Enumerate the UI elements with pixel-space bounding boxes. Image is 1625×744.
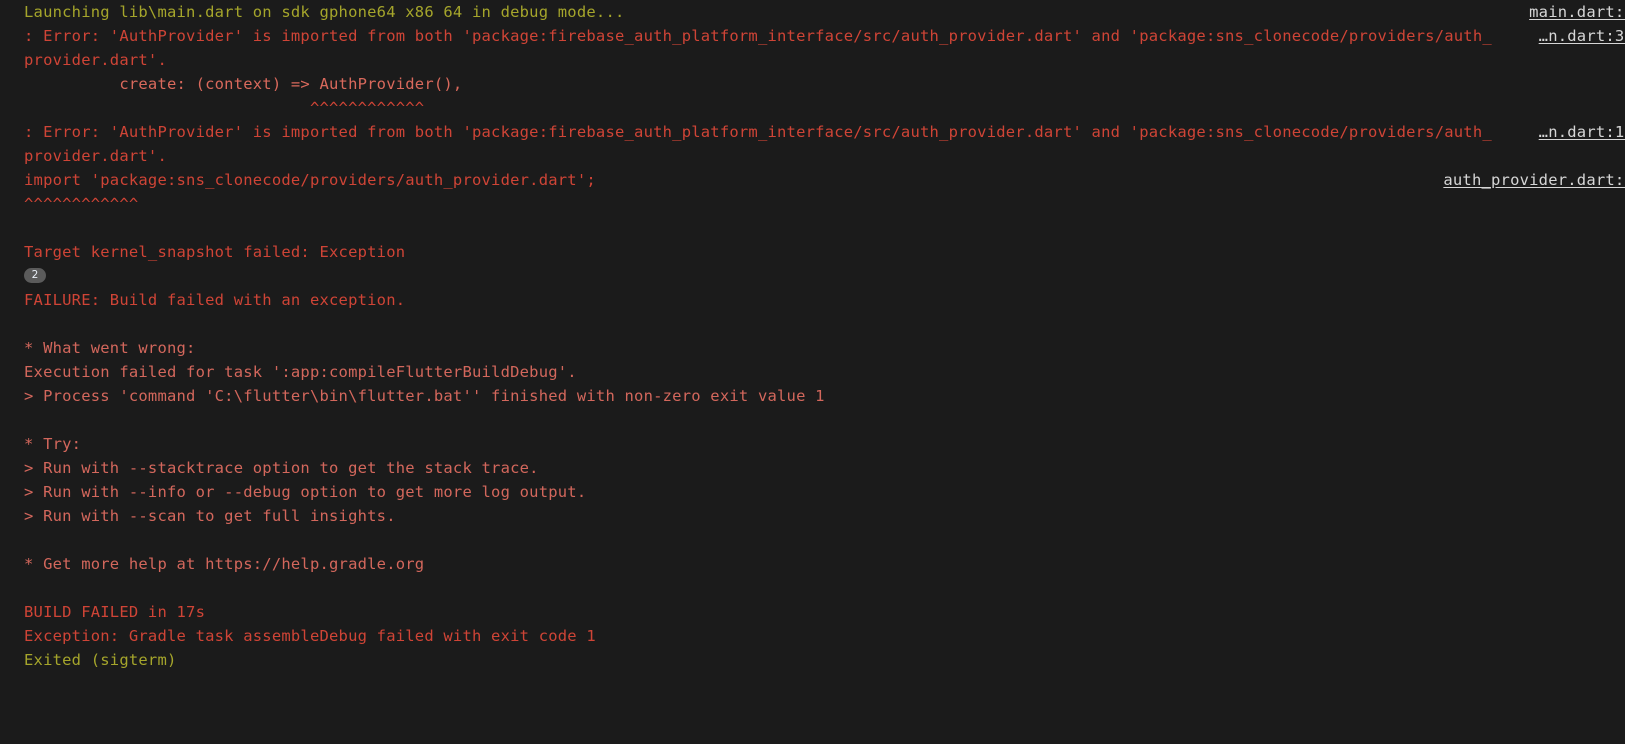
console-line-text: FAILURE: Build failed with an exception. xyxy=(24,291,406,309)
source-file-link[interactable]: auth_provider.dart:1 xyxy=(1443,168,1625,192)
console-line: * Try: xyxy=(0,432,1625,456)
console-line-text: Exception: Gradle task assembleDebug fai… xyxy=(24,627,596,645)
console-line: Launching lib\main.dart on sdk gphone64 … xyxy=(0,0,1625,24)
console-line: > Process 'command 'C:\flutter\bin\flutt… xyxy=(0,384,1625,408)
console-line-text: ^^^^^^^^^^^^ xyxy=(24,195,139,213)
console-line: > Run with --stacktrace option to get th… xyxy=(0,456,1625,480)
console-line: provider.dart'. xyxy=(0,48,1625,72)
console-line-text: > Run with --scan to get full insights. xyxy=(24,507,396,525)
console-line-text: > Process 'command 'C:\flutter\bin\flutt… xyxy=(24,387,825,405)
console-line: Target kernel_snapshot failed: Exception xyxy=(0,240,1625,264)
console-line: * What went wrong: xyxy=(0,336,1625,360)
source-file-link[interactable]: main.dart:1 xyxy=(1529,0,1625,24)
console-line: : Error: 'AuthProvider' is imported from… xyxy=(0,120,1625,144)
console-line: > Run with --scan to get full insights. xyxy=(0,504,1625,528)
console-line: : Error: 'AuthProvider' is imported from… xyxy=(0,24,1625,48)
console-line: * Get more help at https://help.gradle.o… xyxy=(0,552,1625,576)
console-line-text: Execution failed for task ':app:compileF… xyxy=(24,363,577,381)
console-line-text: : Error: 'AuthProvider' is imported from… xyxy=(24,123,1492,141)
run-console-output-panel[interactable]: Launching lib\main.dart on sdk gphone64 … xyxy=(0,0,1625,744)
console-line-text: > Run with --stacktrace option to get th… xyxy=(24,459,539,477)
console-line: Execution failed for task ':app:compileF… xyxy=(0,360,1625,384)
console-line-text: import 'package:sns_clonecode/providers/… xyxy=(24,171,596,189)
console-line: > Run with --info or --debug option to g… xyxy=(0,480,1625,504)
console-line-text: Launching lib\main.dart on sdk gphone64 … xyxy=(24,3,625,21)
console-line-text: * What went wrong: xyxy=(24,339,196,357)
console-line: FAILURE: Build failed with an exception. xyxy=(0,288,1625,312)
console-line: Exception: Gradle task assembleDebug fai… xyxy=(0,624,1625,648)
console-line-text: BUILD FAILED in 17s xyxy=(24,603,206,621)
console-line-text: * Get more help at https://help.gradle.o… xyxy=(24,555,425,573)
source-file-link[interactable]: …n.dart:11 xyxy=(1539,120,1625,144)
console-line: BUILD FAILED in 17s xyxy=(0,600,1625,624)
error-count-badge[interactable]: 2 xyxy=(24,268,46,283)
console-line: provider.dart'. xyxy=(0,144,1625,168)
console-line-text: provider.dart'. xyxy=(24,51,167,69)
console-line-text: Target kernel_snapshot failed: Exception xyxy=(24,243,406,261)
console-line-text: * Try: xyxy=(24,435,82,453)
console-line-text: Exited (sigterm) xyxy=(24,651,177,669)
console-line: Exited (sigterm) xyxy=(0,648,1625,672)
error-count-badge-row: 2 xyxy=(0,264,1625,288)
console-line: ^^^^^^^^^^^^ xyxy=(0,192,1625,216)
console-line: ^^^^^^^^^^^^ xyxy=(0,96,1625,120)
console-line-text: create: (context) => AuthProvider(), xyxy=(24,75,463,93)
console-line: import 'package:sns_clonecode/providers/… xyxy=(0,168,1625,192)
console-line-text: provider.dart'. xyxy=(24,147,167,165)
console-line-text: ^^^^^^^^^^^^ xyxy=(24,99,425,117)
source-file-link[interactable]: …n.dart:38 xyxy=(1539,24,1625,48)
console-line: create: (context) => AuthProvider(), xyxy=(0,72,1625,96)
console-line-text: : Error: 'AuthProvider' is imported from… xyxy=(24,27,1492,45)
console-line-text: > Run with --info or --debug option to g… xyxy=(24,483,587,501)
